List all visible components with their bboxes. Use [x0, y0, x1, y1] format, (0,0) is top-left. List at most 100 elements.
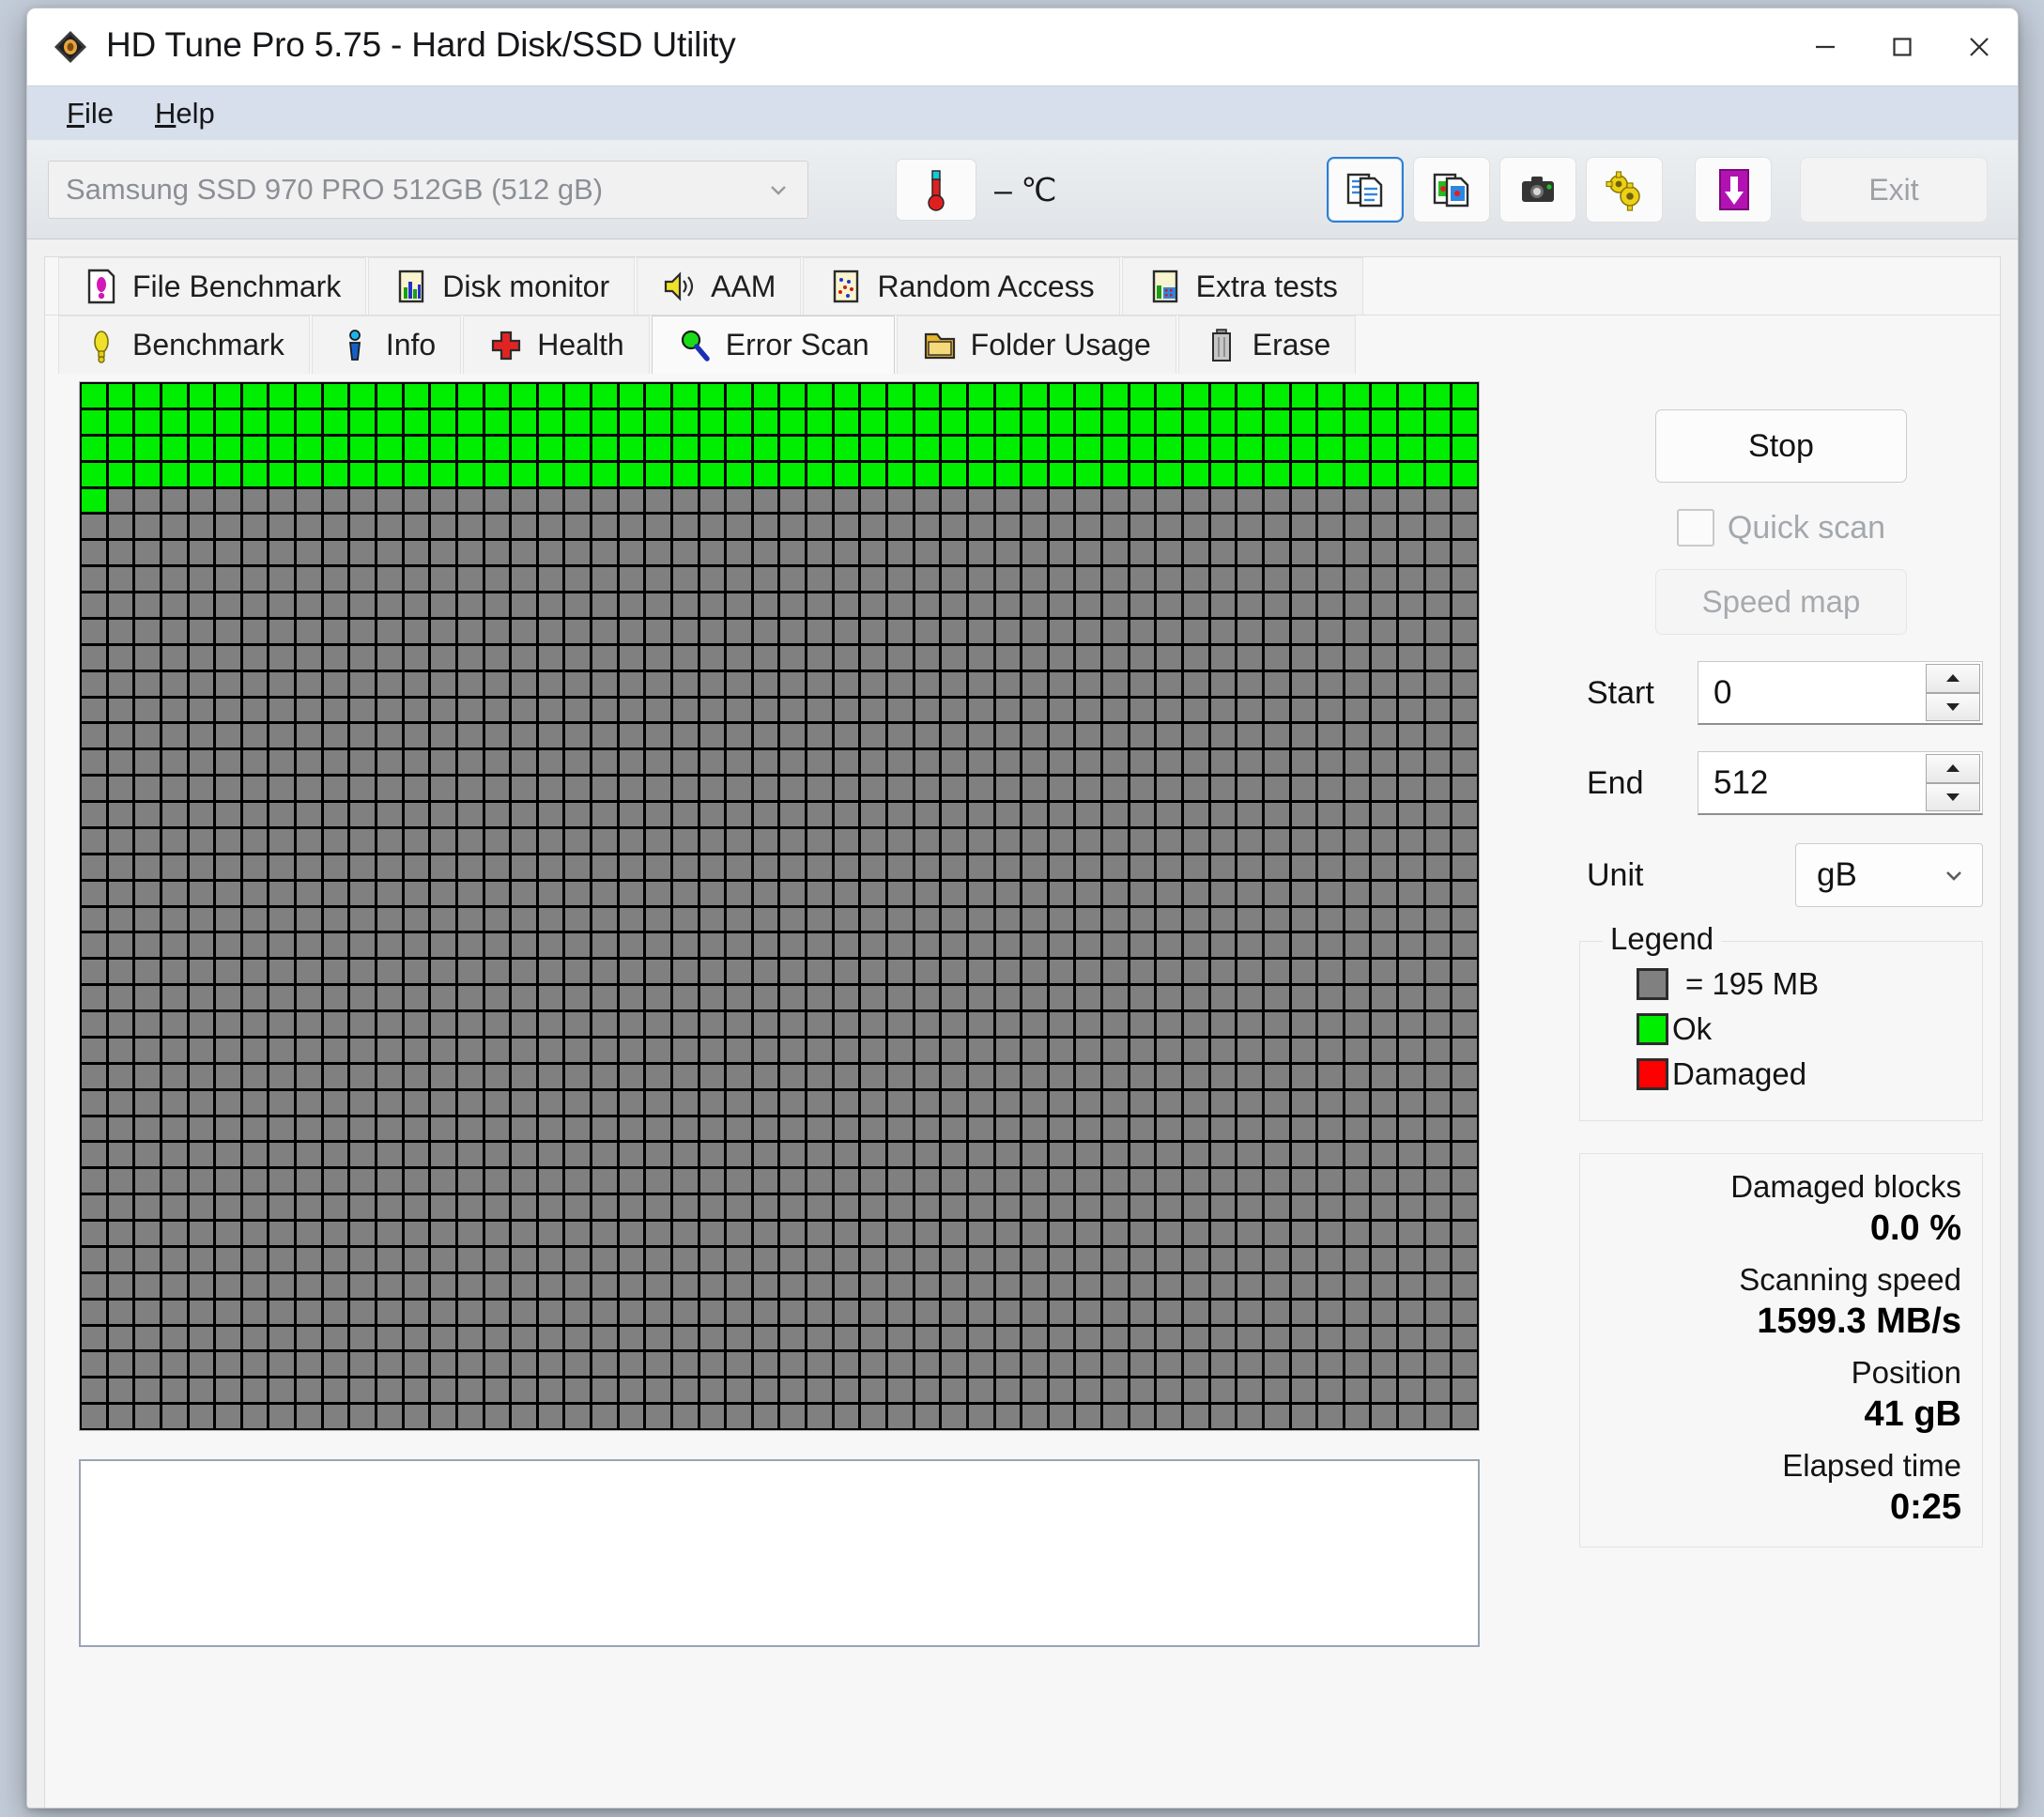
menu-file[interactable]: File [46, 93, 134, 134]
block-cell [538, 1300, 563, 1324]
quick-scan-checkbox[interactable] [1676, 509, 1714, 547]
block-cell [350, 436, 375, 460]
minimize-button[interactable] [1787, 8, 1864, 85]
tab-extra-tests[interactable]: Extra tests [1121, 257, 1363, 315]
block-cell [1399, 409, 1423, 434]
block-cell [1452, 1273, 1477, 1298]
block-cell [404, 1169, 429, 1193]
block-cell [1399, 436, 1423, 460]
block-cell [565, 1064, 591, 1088]
block-cell [1130, 671, 1155, 696]
tab-error-scan[interactable]: Error Scan [651, 316, 895, 374]
options-button[interactable] [1586, 157, 1663, 223]
block-cell [242, 881, 268, 905]
block-cell [888, 777, 913, 800]
start-stepper-down[interactable] [1926, 692, 1980, 721]
block-map[interactable] [79, 381, 1480, 1431]
tab-folder-usage[interactable]: Folder Usage [896, 316, 1176, 374]
tab-benchmark[interactable]: Benchmark [58, 316, 310, 374]
quick-scan-row[interactable]: Quick scan [1579, 509, 1983, 547]
block-cell [161, 1195, 187, 1219]
drive-select[interactable]: Samsung SSD 970 PRO 512GB (512 gB) [48, 161, 808, 219]
block-cell [1184, 881, 1208, 905]
block-cell [565, 855, 591, 879]
tab-aam[interactable]: AAM [637, 257, 802, 315]
block-cell [82, 1300, 106, 1324]
block-cell [1264, 907, 1289, 932]
speed-map-button[interactable]: Speed map [1655, 569, 1907, 635]
tab-random-access[interactable]: Random Access [803, 257, 1120, 315]
start-input[interactable]: 0 [1698, 661, 1983, 725]
block-cell [780, 1143, 806, 1167]
tab-health[interactable]: Health [463, 316, 650, 374]
menu-help[interactable]: Help [134, 93, 236, 134]
block-cell [861, 462, 886, 486]
copy-graph-button[interactable] [1413, 157, 1490, 223]
block-cell [942, 881, 966, 905]
block-cell [512, 960, 536, 984]
block-cell [565, 1405, 591, 1428]
screenshot-button[interactable] [1499, 157, 1576, 223]
block-cell [161, 1300, 187, 1324]
block-cell [377, 907, 402, 932]
block-cell [753, 933, 778, 958]
block-cell [484, 1090, 510, 1115]
block-cell [1452, 960, 1477, 984]
tab-erase[interactable]: Erase [1177, 316, 1357, 374]
block-cell [323, 436, 348, 460]
block-cell [699, 777, 725, 800]
block-cell [942, 1378, 966, 1403]
block-cell [323, 1090, 348, 1115]
log-output[interactable] [79, 1459, 1480, 1647]
end-input[interactable]: 512 [1698, 751, 1983, 815]
block-cell [1264, 1300, 1289, 1324]
exit-button[interactable]: Exit [1800, 157, 1988, 223]
unit-select[interactable]: gB [1795, 843, 1983, 907]
block-cell [565, 671, 591, 696]
block-cell [834, 1247, 859, 1271]
block-cell [216, 1038, 240, 1062]
block-cell [646, 645, 670, 670]
block-cell [1345, 515, 1370, 539]
tab-disk-monitor[interactable]: Disk monitor [368, 257, 636, 315]
block-cell [404, 907, 429, 932]
block-cell [1425, 1405, 1451, 1428]
block-cell [995, 462, 1021, 486]
end-stepper-up[interactable] [1926, 754, 1980, 783]
block-cell [269, 1038, 295, 1062]
block-cell [512, 724, 536, 748]
start-stepper-up[interactable] [1926, 664, 1980, 693]
block-cell [216, 593, 240, 617]
block-cell [350, 384, 375, 408]
block-cell [1264, 436, 1289, 460]
block-cell [565, 488, 591, 513]
copy-text-button[interactable] [1327, 157, 1404, 223]
block-cell [108, 986, 133, 1009]
block-cell [727, 724, 751, 748]
block-cell [297, 750, 321, 775]
block-cell [161, 1143, 187, 1167]
maximize-button[interactable] [1864, 8, 1941, 85]
block-cell [646, 462, 670, 486]
block-cell [861, 409, 886, 434]
block-cell [350, 1326, 375, 1350]
block-cell [1022, 750, 1047, 775]
block-cell [297, 515, 321, 539]
block-cell [242, 1273, 268, 1298]
block-cell [1318, 960, 1343, 984]
block-cell [323, 619, 348, 643]
block-cell [565, 1273, 591, 1298]
block-cell [1291, 409, 1316, 434]
block-cell [1372, 1169, 1397, 1193]
block-cell [1291, 515, 1316, 539]
close-button[interactable] [1941, 8, 2018, 85]
save-button[interactable] [1695, 157, 1772, 223]
end-stepper-down[interactable] [1926, 782, 1980, 811]
stop-button[interactable]: Stop [1655, 409, 1907, 483]
block-cell [189, 1169, 214, 1193]
block-cell [350, 1169, 375, 1193]
tab-info[interactable]: Info [311, 316, 462, 374]
block-cell [1184, 960, 1208, 984]
block-cell [807, 1378, 832, 1403]
tab-file-benchmark[interactable]: File Benchmark [58, 257, 367, 315]
